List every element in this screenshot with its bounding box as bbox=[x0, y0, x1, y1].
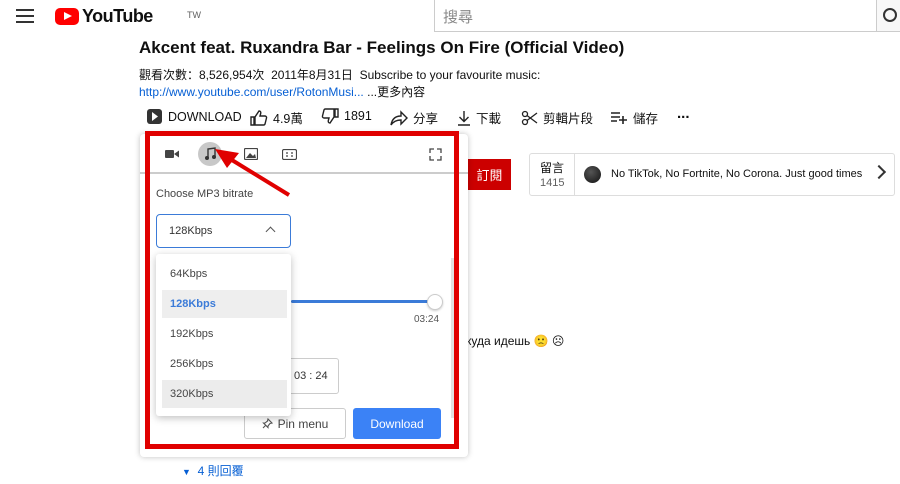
video-title: Akcent feat. Ruxandra Bar - Feelings On … bbox=[139, 38, 625, 57]
scissors-icon bbox=[521, 110, 538, 125]
panel-tab-bar bbox=[140, 134, 468, 174]
bitrate-dropdown: 64Kbps 128Kbps 192Kbps 256Kbps 320Kbps bbox=[156, 254, 291, 416]
description-link-line: http://www.youtube.com/user/RotonMusi...… bbox=[139, 83, 425, 100]
download-ext-label: DOWNLOAD bbox=[168, 109, 242, 124]
expand-icon[interactable] bbox=[423, 142, 447, 166]
publish-date: 2011年8月31日 bbox=[271, 68, 353, 82]
chevron-up-icon bbox=[265, 226, 276, 237]
more-actions-icon[interactable]: ... bbox=[677, 105, 690, 122]
like-button[interactable]: 4.9萬 bbox=[250, 108, 303, 127]
thumbs-down-icon bbox=[321, 108, 339, 124]
bitrate-option-128[interactable]: 128Kbps bbox=[162, 290, 287, 318]
bitrate-select[interactable]: 128Kbps bbox=[156, 214, 291, 248]
youtube-logo[interactable]: YouTube TW bbox=[55, 6, 201, 27]
pin-icon bbox=[261, 418, 273, 429]
download-ext-icon bbox=[147, 109, 162, 124]
logo-text: YouTube bbox=[82, 6, 153, 26]
bitrate-option-64[interactable]: 64Kbps bbox=[162, 260, 287, 288]
divider bbox=[574, 154, 575, 195]
comment-text: куда идешь 🙁 ☹ bbox=[466, 334, 565, 348]
bitrate-option-256[interactable]: 256Kbps bbox=[162, 350, 287, 378]
download-button[interactable]: 下載 bbox=[457, 108, 501, 127]
dislike-button[interactable]: 1891 bbox=[321, 108, 372, 124]
share-button[interactable]: 分享 bbox=[390, 108, 438, 127]
download-icon bbox=[458, 110, 470, 126]
caret-down-icon: ▼ bbox=[182, 467, 191, 477]
share-label: 分享 bbox=[413, 112, 439, 126]
channel-link[interactable]: http://www.youtube.com/user/RotonMusi... bbox=[139, 85, 364, 99]
fullscreen-icon bbox=[428, 147, 442, 161]
end-time-label: 03:24 bbox=[414, 314, 440, 325]
replies-toggle[interactable]: ▼ 4 則回覆 bbox=[182, 462, 244, 479]
show-more-link[interactable]: ...更多內容 bbox=[367, 85, 425, 99]
download-mp3-button[interactable]: Download bbox=[353, 408, 441, 439]
share-icon bbox=[390, 109, 408, 126]
bitrate-option-192[interactable]: 192Kbps bbox=[162, 320, 287, 348]
annotation-arrow-icon bbox=[215, 149, 291, 197]
trim-slider-handle[interactable] bbox=[427, 294, 443, 310]
end-time-input[interactable]: 03 : 24 bbox=[285, 358, 339, 394]
description-text: Subscribe to your favourite music: bbox=[359, 68, 541, 82]
playlist-add-icon bbox=[611, 111, 627, 124]
top-comment-text: No TikTok, No Fortnite, No Corona. Just … bbox=[611, 168, 863, 180]
menu-icon[interactable] bbox=[16, 9, 34, 23]
download-ext-button[interactable]: DOWNLOAD bbox=[146, 108, 242, 125]
clip-label: 剪輯片段 bbox=[543, 112, 594, 126]
video-info: 觀看次數：8,526,954次 2011年8月31日 Subscribe to … bbox=[139, 66, 540, 83]
chevron-right-icon[interactable] bbox=[871, 164, 887, 180]
search-icon[interactable] bbox=[876, 0, 900, 32]
trim-slider-track[interactable] bbox=[291, 300, 433, 303]
panel-scrollbar[interactable] bbox=[451, 258, 454, 418]
download-label: 下載 bbox=[476, 112, 502, 126]
bitrate-option-320[interactable]: 320Kbps bbox=[162, 380, 287, 408]
youtube-play-icon bbox=[55, 8, 79, 25]
end-time-value: 03 : 24 bbox=[294, 370, 328, 382]
region-label: TW bbox=[187, 10, 201, 20]
save-button[interactable]: 儲存 bbox=[610, 108, 658, 127]
bitrate-selected-value: 128Kbps bbox=[169, 225, 213, 237]
replies-label: 4 則回覆 bbox=[197, 464, 244, 478]
subscribe-button[interactable]: 訂閱 bbox=[468, 159, 511, 190]
view-count: 觀看次數：8,526,954次 bbox=[139, 68, 265, 82]
video-camera-icon bbox=[165, 150, 179, 158]
search-input[interactable]: 搜尋 bbox=[434, 0, 877, 32]
avatar bbox=[584, 166, 601, 183]
like-count: 4.9萬 bbox=[273, 112, 303, 126]
downloader-panel: Choose MP3 bitrate 128Kbps 03:24 03 : 24… bbox=[140, 134, 468, 457]
comments-count: 1415 bbox=[540, 177, 565, 189]
thumbs-up-icon bbox=[250, 109, 268, 126]
comments-label: 留言 bbox=[540, 161, 565, 175]
comments-teaser[interactable]: 留言 1415 No TikTok, No Fortnite, No Coron… bbox=[529, 153, 895, 196]
dislike-count: 1891 bbox=[344, 109, 372, 123]
save-label: 儲存 bbox=[633, 112, 659, 126]
tab-video[interactable] bbox=[160, 142, 184, 166]
pin-menu-label: Pin menu bbox=[277, 416, 329, 431]
clip-button[interactable]: 剪輯片段 bbox=[521, 108, 593, 127]
